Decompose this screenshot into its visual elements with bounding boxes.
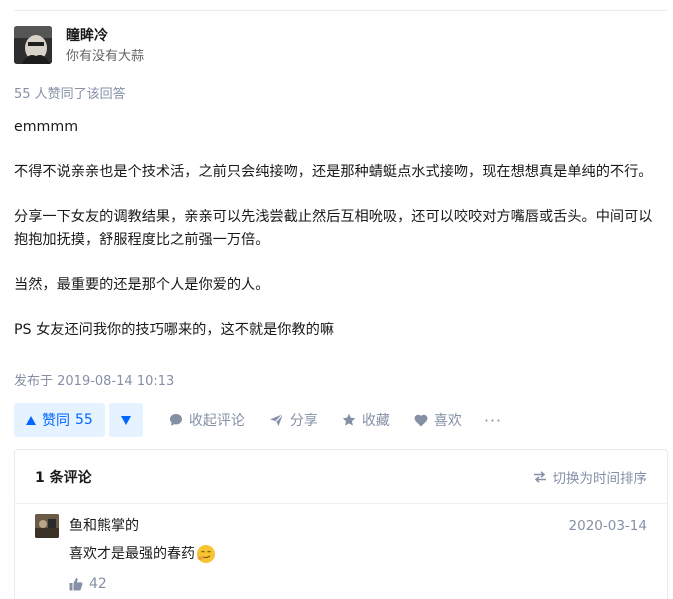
author-bio: 你有没有大蒜 bbox=[66, 49, 145, 64]
smug-face-emoji-icon bbox=[197, 545, 215, 563]
sort-toggle-button[interactable]: 切换为时间排序 bbox=[533, 467, 648, 487]
star-icon bbox=[342, 413, 356, 426]
collect-button[interactable]: 收藏 bbox=[342, 410, 390, 430]
comment-label: 收起评论 bbox=[188, 413, 245, 429]
vote-up-count: 55 bbox=[75, 412, 93, 428]
content-paragraph: PS 女友还问我你的技巧哪来的，这不就是你教的嘛 bbox=[14, 322, 335, 338]
toggle-comments-button[interactable]: 收起评论 bbox=[169, 410, 245, 430]
comment-text: 喜欢才是最强的春药 bbox=[69, 543, 215, 565]
triangle-down-icon bbox=[120, 415, 131, 425]
vote-up-button[interactable]: 赞同 55 bbox=[14, 403, 105, 437]
like-button[interactable]: 喜欢 bbox=[414, 410, 462, 430]
share-label: 分享 bbox=[289, 413, 318, 429]
commenter-name[interactable]: 鱼和熊掌的 bbox=[69, 516, 139, 536]
content-paragraph: 分享一下女友的调教结果，亲亲可以先浅尝截止然后互相吮吸，还可以咬咬对方嘴唇或舌头… bbox=[14, 209, 653, 248]
paper-plane-icon bbox=[269, 413, 284, 426]
share-button[interactable]: 分享 bbox=[269, 410, 318, 430]
heart-icon bbox=[414, 414, 428, 426]
sort-label: 切换为时间排序 bbox=[552, 470, 648, 487]
answer-content: emmmm 不得不说亲亲也是个技术活，之前只会纯接吻，还是那种蜻蜓点水式接吻，现… bbox=[14, 116, 664, 364]
content-paragraph: emmmm bbox=[14, 119, 79, 135]
comments-header: 1 条评论 切换为时间排序 bbox=[15, 450, 667, 504]
vote-down-button[interactable] bbox=[108, 403, 143, 437]
vote-up-label: 赞同 bbox=[42, 413, 70, 429]
content-paragraph: 不得不说亲亲也是个技术活，之前只会纯接吻，还是那种蜻蜓点水式接吻，现在想想真是单… bbox=[14, 164, 653, 180]
comment-date: 2020-03-14 bbox=[568, 518, 647, 534]
answer-actions: 赞同 55 收起评论 分享 收藏 喜欢 ··· bbox=[14, 403, 502, 437]
answer-author: 瞳眸冷 你有没有大蒜 bbox=[14, 26, 144, 66]
comment-icon bbox=[169, 414, 182, 426]
content-paragraph: 当然，最重要的还是那个人是你爱的人。 bbox=[14, 277, 270, 293]
commenter-avatar[interactable] bbox=[35, 514, 59, 538]
comments-panel: 1 条评论 切换为时间排序 鱼和熊掌的 2020-03-14 喜欢才是最强的春药 bbox=[14, 449, 668, 599]
like-label: 喜欢 bbox=[433, 413, 462, 429]
publish-time[interactable]: 发布于 2019-08-14 10:13 bbox=[14, 372, 174, 392]
triangle-up-icon bbox=[26, 415, 36, 425]
collect-label: 收藏 bbox=[361, 413, 390, 429]
more-options-button[interactable]: ··· bbox=[484, 411, 502, 430]
author-avatar[interactable] bbox=[14, 26, 52, 64]
comment-text-content: 喜欢才是最强的春药 bbox=[69, 546, 195, 562]
vote-summary: 55 人赞同了该回答 bbox=[14, 87, 126, 102]
thumbs-up-icon bbox=[69, 578, 83, 591]
comment-like-count: 42 bbox=[89, 576, 107, 592]
comment-count: 1 条评论 bbox=[35, 469, 92, 486]
comment-like-button[interactable]: 42 bbox=[69, 576, 107, 592]
top-divider bbox=[14, 10, 667, 11]
swap-icon bbox=[533, 470, 546, 483]
author-name[interactable]: 瞳眸冷 bbox=[66, 27, 144, 46]
